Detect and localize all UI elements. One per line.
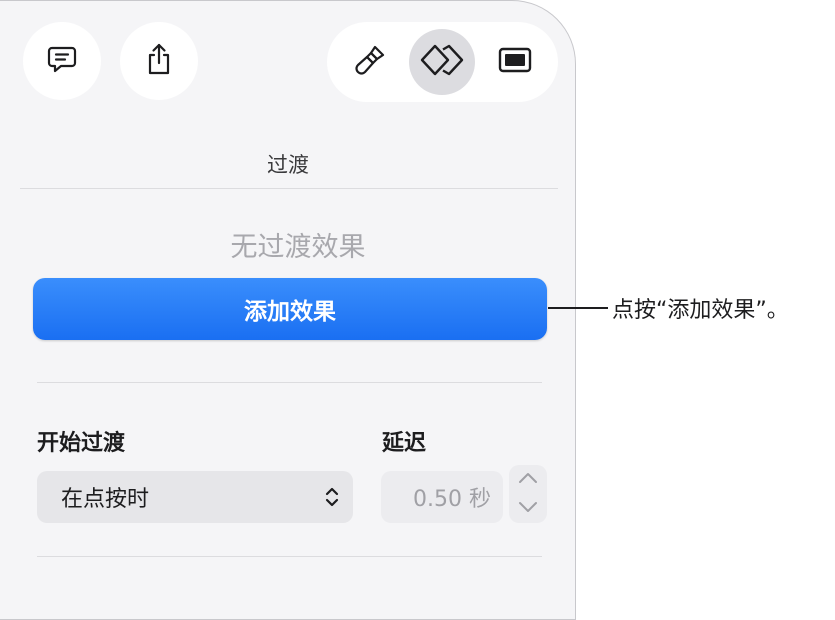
paintbrush-icon [353, 43, 387, 81]
comment-button[interactable] [23, 22, 101, 100]
callout-text: 点按“添加效果”。 [612, 298, 789, 323]
delay-input[interactable]: 0.50 秒 [381, 471, 503, 523]
share-button[interactable] [120, 22, 198, 100]
add-effect-button[interactable]: 添加效果 [33, 278, 547, 340]
inspector-tab-title: 过渡 [267, 153, 309, 177]
start-transition-label: 开始过渡 [37, 431, 126, 456]
format-tab-button[interactable] [337, 29, 403, 95]
share-icon [144, 42, 174, 80]
inspector-panel: 过渡 无过渡效果 添加效果 开始过渡 在点按时 延迟 0.50 秒 [0, 0, 576, 620]
delay-label: 延迟 [382, 431, 427, 456]
title-divider [20, 188, 558, 189]
inspector-segmented-control [327, 22, 558, 102]
delay-decrement-button[interactable] [509, 494, 547, 523]
start-transition-select[interactable]: 在点按时 [37, 471, 353, 523]
slide-tab-button[interactable] [482, 29, 548, 95]
chevron-up-icon [517, 470, 539, 489]
slide-icon [498, 47, 532, 77]
transition-tab-button[interactable] [409, 29, 475, 95]
callout-line [548, 307, 608, 309]
chevron-down-icon [517, 499, 539, 518]
bottom-divider [37, 556, 542, 557]
comment-icon [47, 44, 77, 78]
no-transition-label: 无过渡效果 [230, 232, 366, 263]
delay-stepper [509, 465, 547, 523]
section-divider [37, 382, 542, 383]
up-down-chevron-icon [325, 485, 339, 509]
start-transition-value: 在点按时 [61, 487, 150, 512]
delay-increment-button[interactable] [509, 465, 547, 494]
transition-diamond-icon [419, 43, 465, 81]
